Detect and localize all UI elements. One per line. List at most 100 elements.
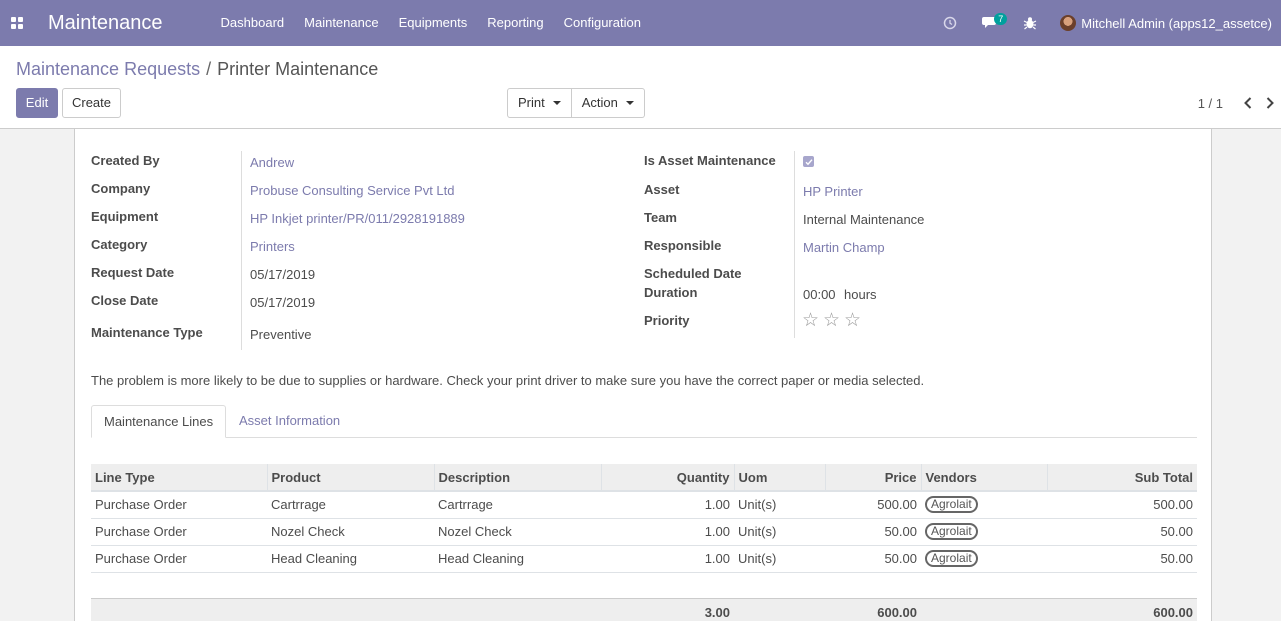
equipment-label: Equipment — [91, 209, 159, 224]
maintenance-lines-table: Line Type Product Description Quantity U… — [91, 464, 1197, 621]
pager-value[interactable]: 1 / 1 — [1198, 96, 1223, 111]
cell-line-type: Purchase Order — [91, 518, 267, 546]
menu-maintenance[interactable]: Maintenance — [294, 0, 388, 46]
request-description: The problem is more likely to be due to … — [91, 373, 925, 388]
footer-cell — [434, 597, 601, 621]
action-dropdown[interactable]: Action — [571, 88, 645, 118]
menu-equipments[interactable]: Equipments — [389, 0, 478, 46]
duration-value: 00:00 — [803, 287, 836, 302]
priority-star-icon-1[interactable]: ☆ — [802, 311, 819, 330]
table-row[interactable]: Purchase Order Head Cleaning Head Cleani… — [91, 545, 1197, 573]
menu-dashboard[interactable]: Dashboard — [211, 0, 295, 46]
table-row[interactable]: Purchase Order Nozel Check Nozel Check 1… — [91, 518, 1197, 546]
total-quantity: 3.00 — [601, 597, 734, 621]
footer-cell — [267, 597, 434, 621]
notebook-tabs: Maintenance Lines Asset Information — [91, 405, 1197, 438]
menu-configuration[interactable]: Configuration — [554, 0, 651, 46]
user-avatar — [1060, 15, 1077, 31]
control-panel: Maintenance Requests / Printer Maintenan… — [0, 46, 1281, 129]
menu-reporting[interactable]: Reporting — [477, 0, 553, 46]
request-date-value: 05/17/2019 — [250, 267, 316, 282]
column-header-sub-total[interactable]: Sub Total — [1046, 464, 1197, 492]
breadcrumb-parent-link[interactable]: Maintenance Requests — [16, 59, 200, 80]
column-header-price[interactable]: Price — [824, 464, 921, 492]
priority-star-icon-3[interactable]: ☆ — [844, 311, 861, 330]
tab-maintenance-lines[interactable]: Maintenance Lines — [91, 405, 227, 438]
created-by-value[interactable]: Andrew — [250, 155, 294, 170]
maintenance-type-label: Maintenance Type — [91, 325, 203, 340]
empty-row — [91, 572, 1197, 598]
vendor-tag: Agrolait — [925, 496, 978, 514]
responsible-label: Responsible — [644, 238, 722, 253]
pager: 1 / 1 — [1198, 88, 1281, 118]
priority-star-icon-2[interactable]: ☆ — [823, 311, 840, 330]
cell-description: Head Cleaning — [434, 545, 601, 573]
equipment-value[interactable]: HP Inkjet printer/PR/011/2928191889 — [250, 211, 465, 226]
column-header-vendors[interactable]: Vendors — [920, 464, 1047, 492]
cell-sub-total: 500.00 — [1047, 491, 1197, 519]
maintenance-type-value: Preventive — [250, 327, 312, 342]
table-header-row: Line Type Product Description Quantity U… — [91, 464, 1197, 492]
cell-quantity: 1.00 — [601, 491, 734, 519]
top-navbar: Maintenance Dashboard Maintenance Equipm… — [0, 0, 1281, 46]
main-menu: Dashboard Maintenance Equipments Reporti… — [211, 0, 651, 46]
cell-uom: Unit(s) — [734, 518, 825, 546]
asset-label: Asset — [644, 182, 680, 197]
cell-sub-total: 50.00 — [1047, 545, 1197, 573]
category-label: Category — [91, 237, 148, 252]
company-label: Company — [91, 181, 151, 196]
messaging-icon[interactable]: 7 — [970, 0, 1010, 46]
column-header-quantity[interactable]: Quantity — [600, 464, 734, 492]
create-button[interactable]: Create — [62, 88, 121, 118]
is-asset-maintenance-label: Is Asset Maintenance — [644, 153, 776, 168]
action-dropdowns: Print Action — [507, 88, 645, 118]
asset-value[interactable]: HP Printer — [803, 184, 863, 199]
column-header-uom[interactable]: Uom — [733, 464, 825, 492]
footer-cell — [91, 597, 267, 621]
cell-line-type: Purchase Order — [91, 491, 267, 519]
category-value[interactable]: Printers — [250, 239, 295, 254]
breadcrumb: Maintenance Requests / Printer Maintenan… — [16, 59, 378, 80]
user-menu[interactable]: Mitchell Admin (apps12_assetce) — [1050, 15, 1281, 31]
cell-vendors: Agrolait — [921, 518, 1047, 546]
cell-price: 50.00 — [825, 545, 921, 573]
cell-vendors: Agrolait — [921, 545, 1047, 573]
column-header-description[interactable]: Description — [433, 464, 601, 492]
total-price: 600.00 — [825, 597, 921, 621]
action-label: Action — [581, 95, 618, 110]
cell-uom: Unit(s) — [734, 545, 825, 573]
responsible-value[interactable]: Martin Champ — [803, 240, 885, 255]
pager-next-icon[interactable] — [1259, 88, 1281, 118]
pager-previous-icon[interactable] — [1237, 88, 1259, 118]
scheduled-date-label: Scheduled Date — [644, 266, 742, 281]
app-brand: Maintenance — [48, 12, 163, 34]
form-sheet: Created By Andrew Company Probuse Consul… — [74, 129, 1212, 621]
cell-quantity: 1.00 — [601, 518, 734, 546]
column-header-product[interactable]: Product — [266, 464, 434, 492]
breadcrumb-separator: / — [206, 59, 212, 79]
footer-cell — [921, 597, 1047, 621]
caret-down-icon — [552, 101, 561, 105]
vendor-tag: Agrolait — [925, 523, 978, 540]
debug-bug-icon[interactable] — [1010, 0, 1050, 46]
table-row[interactable]: Purchase Order Cartrrage Cartrrage 1.00 … — [91, 491, 1197, 519]
total-sub-total: 600.00 — [1047, 597, 1197, 621]
tab-asset-information[interactable]: Asset Information — [227, 405, 352, 438]
messages-badge: 7 — [994, 13, 1008, 25]
cell-price: 50.00 — [825, 518, 921, 546]
apps-menu-icon[interactable] — [0, 0, 34, 46]
navbar-right: 7 Mitchell Admin (apps12_assetce) — [930, 0, 1281, 46]
team-label: Team — [644, 210, 677, 225]
cell-quantity: 1.00 — [601, 545, 734, 573]
left-group-separator — [241, 151, 242, 350]
created-by-label: Created By — [91, 153, 160, 168]
cell-vendors: Agrolait — [921, 491, 1047, 519]
company-value[interactable]: Probuse Consulting Service Pvt Ltd — [250, 183, 455, 198]
column-header-line-type[interactable]: Line Type — [91, 464, 267, 492]
cell-product: Head Cleaning — [267, 545, 434, 573]
activity-clock-icon[interactable] — [930, 0, 970, 46]
edit-button[interactable]: Edit — [16, 88, 58, 118]
is-asset-maintenance-checkbox[interactable] — [803, 156, 814, 167]
cell-price: 500.00 — [825, 491, 921, 519]
print-dropdown[interactable]: Print — [507, 88, 572, 118]
